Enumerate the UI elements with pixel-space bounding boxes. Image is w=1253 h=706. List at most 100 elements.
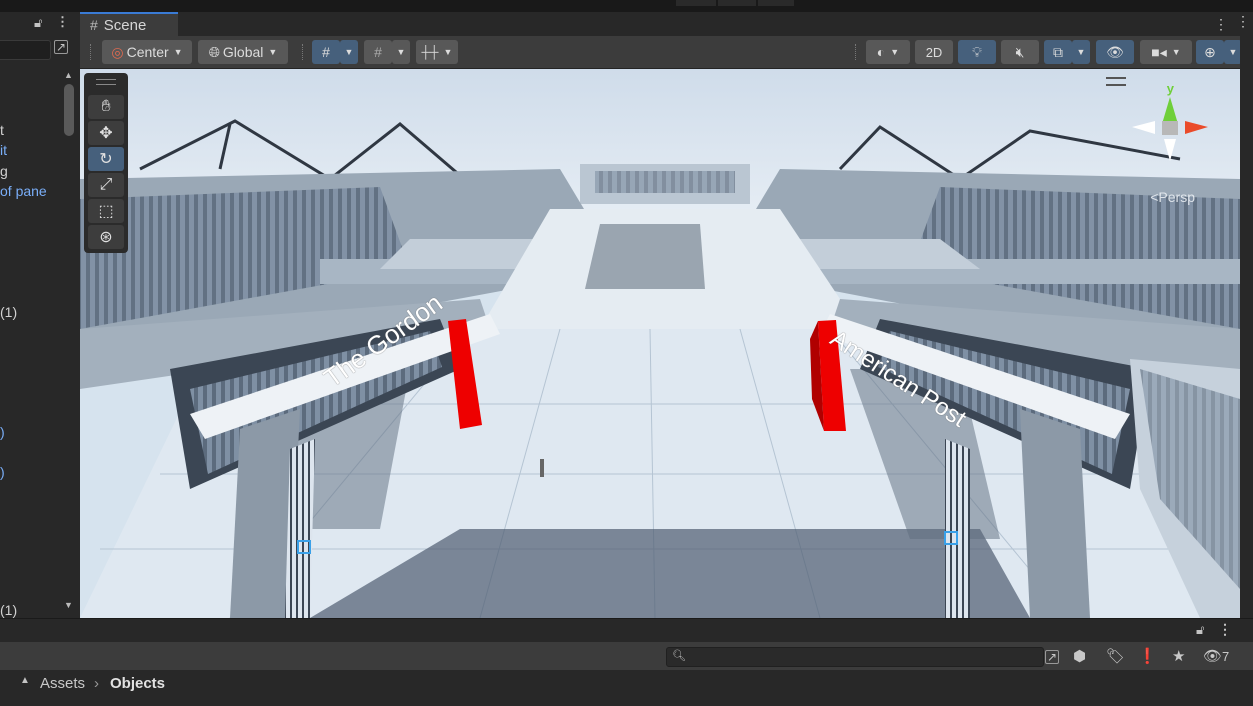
gizmo-globe-icon: ⊕ [1204,43,1216,60]
hierarchy-row[interactable]: (1) [0,602,17,618]
effects-toggle[interactable]: ⧉ [1044,40,1072,64]
breadcrumb-objects[interactable]: Objects [110,675,165,692]
chevron-down-icon: ▼ [268,47,278,57]
mode-2d-label: 2D [925,44,943,60]
lightbulb-icon: 💡︎ [972,43,982,60]
hierarchy-row[interactable]: it [0,142,7,158]
transform-icon: ⊛ [99,229,113,246]
favorites-star-icon[interactable]: ★ [1172,647,1185,665]
grid-snapping-dropdown[interactable]: ▼ [340,40,358,64]
chevron-down-icon: ▼ [1228,47,1238,57]
scale-icon: ⤢ [99,176,113,193]
pivot-mode-dropdown[interactable]: ◎ Center ▼ [102,40,192,64]
hierarchy-row[interactable]: ) [0,464,5,480]
ruler-icon: ┼┼ [421,45,439,59]
hierarchy-row[interactable]: t [0,122,4,138]
chevron-right-icon: › [94,675,99,692]
pivot-rotation-dropdown[interactable]: 🌐︎ Global ▼ [198,40,288,64]
scene-viewport[interactable]: The Gordon American Post ✋︎ ✥ ↻ ⤢ ⬚ ⊛ y … [80,69,1240,618]
grid-snap-icon: # [322,44,330,60]
gizmos-toggle[interactable]: ⊕ [1196,40,1224,64]
scale-tool-button[interactable]: ⤢ [88,173,124,197]
hidden-eye-icon: 👁︎ [1106,43,1124,60]
draw-mode-dropdown[interactable]: ◐ ▼ [866,40,910,64]
projection-label[interactable]: <Persp [1150,189,1195,205]
gizmo-y-axis-label: y [1166,81,1174,96]
toolbar-separator [855,44,858,60]
chevron-down-icon: ▼ [344,47,354,57]
chevron-down-icon: ▼ [890,47,900,57]
layers-icon: ⧉ [1053,43,1063,60]
scene-tool-palette: ✋︎ ✥ ↻ ⤢ ⬚ ⊛ [84,73,128,253]
mode-2d-toggle[interactable]: 2D [915,40,953,64]
chevron-down-icon: ▼ [396,47,406,57]
globe-icon: 🌐︎ [208,43,220,60]
transform-tool-button[interactable]: ⊛ [88,225,124,249]
move-tool-button[interactable]: ✥ [88,121,124,145]
effects-dropdown[interactable]: ▼ [1072,40,1090,64]
move-arrows-icon: ✥ [99,125,113,142]
hand-icon: ✋︎ [101,98,111,115]
palette-grip[interactable] [96,79,116,85]
audio-toggle[interactable]: 🔇︎ [1001,40,1039,64]
increment-snap-toggle[interactable]: # [364,40,392,64]
search-options-icon[interactable]: ↗ [54,40,68,54]
hierarchy-scrollbar[interactable]: ▲ ▼ [62,70,76,610]
toolbar-fragment [676,0,716,6]
right-edge-panel: ⋮ [1236,12,1253,618]
lighting-toggle[interactable]: 💡︎ [958,40,996,64]
muted-speaker-icon: 🔇︎ [1015,43,1025,60]
scroll-up-icon[interactable]: ▲ [64,70,73,80]
video-camera-icon: ■◂ [1151,43,1167,60]
more-options-icon[interactable]: ⋮ [56,14,69,30]
tab-label: Scene [103,16,147,34]
grid-icon: # [90,17,98,33]
lock-icon[interactable]: 🔓︎ [1196,622,1204,638]
hierarchy-search-input[interactable] [0,40,51,60]
tab-scene[interactable]: # Scene [80,12,178,36]
project-toolbar: 🔍︎ ↗ ⬢ 🏷︎ ❗ ★ 👁︎7 [0,642,1253,670]
breadcrumb-assets[interactable]: Assets [40,675,85,692]
increment-snap-dropdown[interactable]: ▼ [392,40,410,64]
shading-sphere-icon: ◐ [876,44,886,60]
hierarchy-row[interactable]: of pane [0,183,47,199]
search-options-icon[interactable]: ↗ [1045,650,1059,664]
more-options-icon[interactable]: ⋮ [1236,13,1250,30]
scene-tab-bar: # Scene ⋮ [80,12,1240,36]
log-issues-icon[interactable]: ❗ [1138,647,1157,665]
chevron-down-icon: ▼ [443,47,453,57]
scrollbar-thumb[interactable] [64,84,74,136]
search-icon: 🔍︎ [672,650,686,662]
toolbar-grip [90,44,93,60]
search-by-type-icon[interactable]: ⬢ [1073,647,1086,665]
more-options-icon[interactable]: ⋮ [1214,16,1228,33]
camera-settings-dropdown[interactable]: ■◂ ▼ [1140,40,1192,64]
hidden-packages-toggle[interactable]: 👁︎7 [1203,647,1229,665]
scene-visibility-toggle[interactable]: 👁︎ [1096,40,1134,64]
scene-render [80,69,1240,618]
breadcrumb: ▲ Assets › Objects [0,670,1253,706]
chevron-down-icon: ▼ [1076,47,1086,57]
hierarchy-row[interactable]: (1) [0,304,17,320]
pivot-icon: ◎ [111,43,124,60]
grid-visibility-dropdown[interactable]: ┼┼ ▼ [416,40,458,64]
lock-icon[interactable]: 🔓︎ [34,15,42,31]
hierarchy-header: 🔓︎ ⋮ [0,12,80,36]
collapse-up-icon[interactable]: ▲ [20,675,30,686]
rect-transform-icon: ⬚ [98,203,114,220]
rotate-tool-button[interactable]: ↻ [88,147,124,171]
hierarchy-panel: 🔓︎ ⋮ ↗ t it g of pane (1) ) ) (1) ▲ ▼ [0,12,81,618]
grid-snapping-toggle[interactable]: # [312,40,340,64]
scroll-down-icon[interactable]: ▼ [64,600,73,610]
hierarchy-row[interactable]: g [0,163,8,179]
hand-tool-button[interactable]: ✋︎ [88,95,124,119]
search-by-label-icon[interactable]: 🏷︎ [1106,647,1125,665]
project-search-input[interactable]: 🔍︎ [666,647,1044,667]
rect-tool-button[interactable]: ⬚ [88,199,124,223]
scene-toolbar: ◎ Center ▼ 🌐︎ Global ▼ # ▼ # ▼ ┼┼ ▼ ◐ ▼ 2D… [80,36,1242,69]
projection-text: Persp [1158,189,1195,205]
more-options-icon[interactable]: ⋮ [1218,621,1232,638]
hidden-eye-icon: 👁︎ [1203,648,1223,665]
hierarchy-row[interactable]: ) [0,424,5,440]
chevron-down-icon: ▼ [1171,47,1181,57]
